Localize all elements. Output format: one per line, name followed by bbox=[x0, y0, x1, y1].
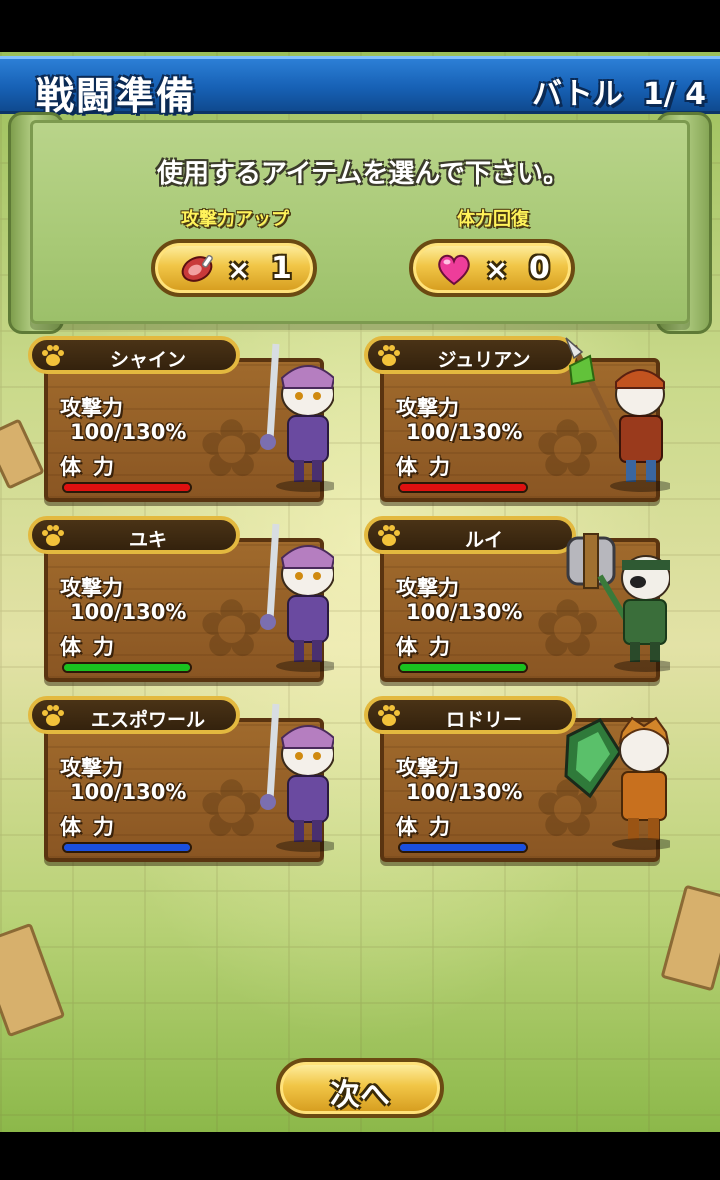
attack-up-multiplier: × bbox=[227, 253, 251, 286]
hp-bar bbox=[398, 842, 528, 853]
attack-value: 100/130% bbox=[70, 420, 187, 444]
cat-name-tab: エスポワール bbox=[28, 696, 240, 734]
attack-value: 100/130% bbox=[70, 600, 187, 624]
cat-hammer-icon bbox=[566, 533, 670, 672]
item-selection-panel: 使用するアイテムを選んで下さい。 攻撃力アップ × 1 体力回復 × 0 bbox=[30, 120, 690, 324]
heal-label: 体力回復 bbox=[457, 209, 529, 230]
hp-label: 体力 bbox=[60, 635, 126, 659]
cat-shield-icon bbox=[564, 716, 670, 850]
cat-card[interactable]: ✿ ジュリアン 攻撃力 100/130% 体力 bbox=[364, 336, 670, 502]
hp-bar-fill bbox=[400, 664, 526, 671]
cat-sword-icon bbox=[260, 343, 334, 492]
attack-value: 100/130% bbox=[406, 600, 523, 624]
cat-name: ルイ bbox=[464, 529, 503, 551]
cat-card[interactable]: ✿ ロドリー 攻撃力 100/130% 体力 bbox=[364, 696, 670, 862]
hp-label: 体力 bbox=[396, 815, 462, 839]
cat-name-tab: ロドリー bbox=[364, 696, 576, 734]
hp-bar-fill bbox=[400, 484, 526, 491]
attack-up-label: 攻撃力アップ bbox=[181, 209, 289, 230]
cat-spear-icon bbox=[565, 337, 670, 492]
cat-name: ジュリアン bbox=[437, 349, 531, 371]
item-instruction: 使用するアイテムを選んで下さい。 bbox=[156, 159, 570, 189]
attack-value: 100/130% bbox=[406, 420, 523, 444]
hp-label: 体力 bbox=[60, 815, 126, 839]
cat-name: ユキ bbox=[128, 529, 167, 551]
attack-label: 攻撃力 bbox=[396, 396, 459, 420]
heal-multiplier: × bbox=[485, 253, 509, 286]
hp-label: 体力 bbox=[60, 455, 126, 479]
top-letterbox bbox=[0, 0, 720, 52]
cat-card[interactable]: ✿ エスポワール 攻撃力 100/130% 体力 bbox=[28, 696, 334, 862]
hp-bar bbox=[398, 482, 528, 493]
bottom-letterbox bbox=[0, 1132, 720, 1180]
hp-bar bbox=[398, 662, 528, 673]
hp-bar-fill bbox=[64, 844, 190, 851]
battle-progress: バトル 1/ 4 bbox=[512, 69, 706, 113]
game-screen: 戦闘準備 バトル 1/ 4 使用するアイテムを選んで下さい。 攻撃力アップ × 1… bbox=[0, 0, 720, 1180]
attack-label: 攻撃力 bbox=[396, 576, 459, 600]
cat-name-tab: ルイ bbox=[364, 516, 576, 554]
hp-label: 体力 bbox=[396, 455, 462, 479]
hp-bar-fill bbox=[400, 844, 526, 851]
hp-bar bbox=[62, 662, 192, 673]
hp-bar bbox=[62, 842, 192, 853]
cat-card[interactable]: ✿ シャイン 攻撃力 100/130% 体力 bbox=[28, 336, 334, 502]
attack-label: 攻撃力 bbox=[396, 756, 459, 780]
cat-name: ロドリー bbox=[445, 709, 522, 731]
cat-name-tab: ジュリアン bbox=[364, 336, 576, 374]
hp-bar-fill bbox=[64, 664, 190, 671]
cat-sword-icon bbox=[260, 523, 334, 672]
cat-card[interactable]: ✿ ユキ 攻撃力 100/130% 体力 bbox=[28, 516, 334, 682]
hp-label: 体力 bbox=[396, 635, 462, 659]
heal-item-button[interactable]: × 0 bbox=[409, 239, 575, 297]
cat-card[interactable]: ✿ ルイ 攻撃力 100/130% 体力 bbox=[364, 516, 670, 682]
next-button-label: 次へ bbox=[330, 1078, 390, 1113]
attack-up-count: 1 bbox=[271, 251, 292, 286]
attack-label: 攻撃力 bbox=[60, 396, 123, 420]
attack-value: 100/130% bbox=[70, 780, 187, 804]
cat-sword-icon bbox=[260, 703, 334, 852]
battle-count: 1/ 4 bbox=[642, 77, 706, 112]
heart-icon bbox=[438, 254, 470, 286]
battle-label: バトル bbox=[531, 77, 623, 112]
attack-up-item-button[interactable]: × 1 bbox=[151, 239, 317, 297]
next-button[interactable]: 次へ bbox=[276, 1058, 444, 1118]
attack-label: 攻撃力 bbox=[60, 576, 123, 600]
cat-name: エスポワール bbox=[90, 709, 205, 731]
page-title: 戦闘準備 bbox=[36, 74, 197, 118]
attack-value: 100/130% bbox=[406, 780, 523, 804]
hp-bar bbox=[62, 482, 192, 493]
heal-count: 0 bbox=[529, 251, 550, 286]
header-ribbon: 戦闘準備 バトル 1/ 4 bbox=[0, 56, 720, 118]
cat-name-tab: シャイン bbox=[28, 336, 240, 374]
hp-bar-fill bbox=[64, 484, 190, 491]
cat-name-tab: ユキ bbox=[28, 516, 240, 554]
attack-label: 攻撃力 bbox=[60, 756, 123, 780]
meat-icon bbox=[181, 254, 213, 282]
cat-name: シャイン bbox=[109, 349, 186, 371]
